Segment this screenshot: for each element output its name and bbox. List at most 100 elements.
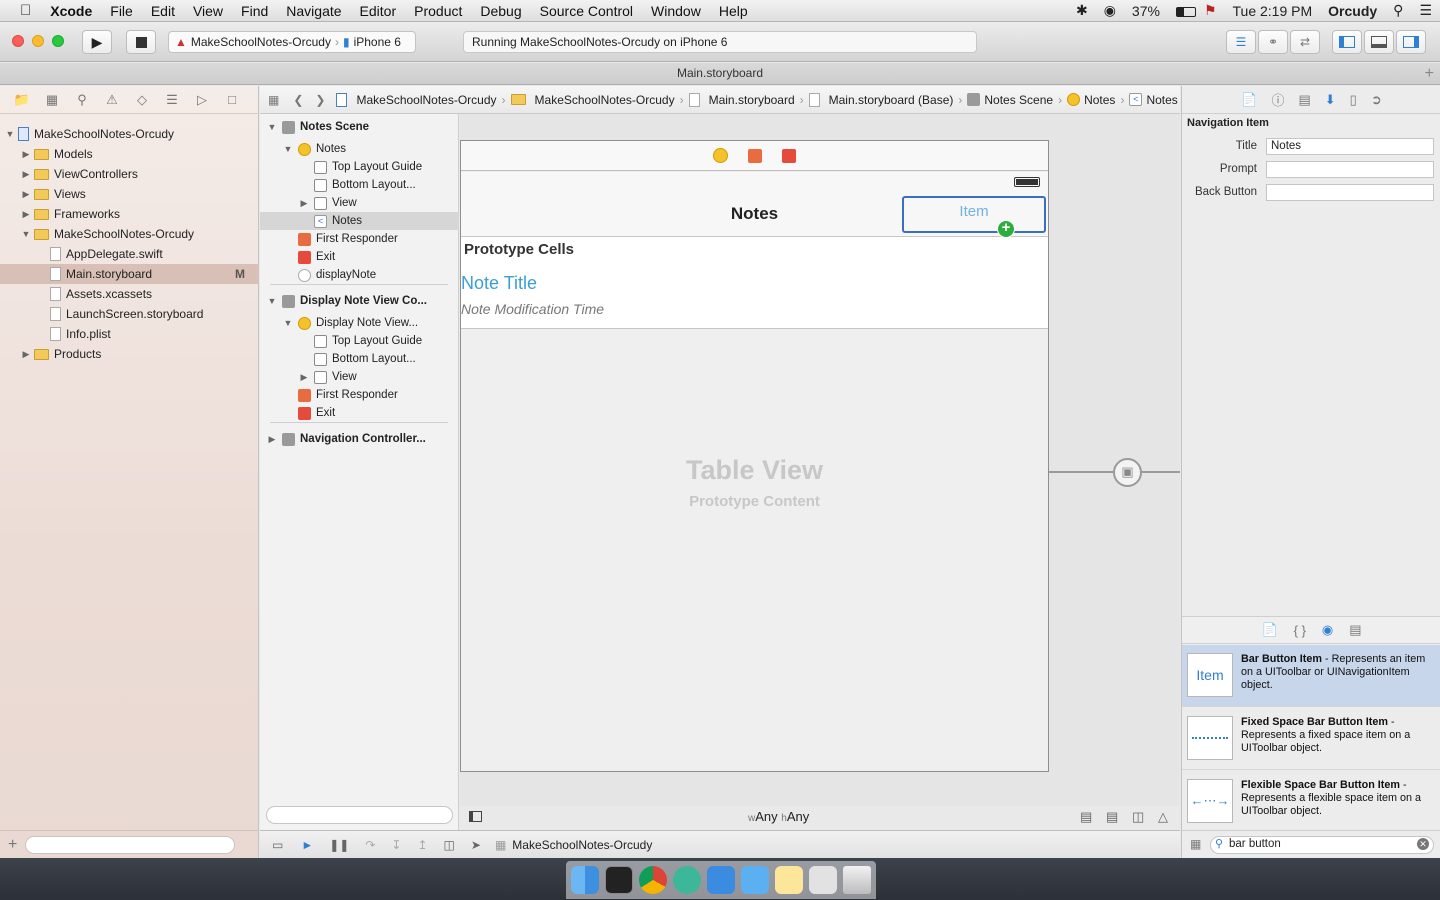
menu-editor[interactable]: Editor xyxy=(351,0,406,22)
crumb-storyboard-base[interactable]: Main.storyboard (Base) xyxy=(806,92,957,107)
navigator-row[interactable]: Main.storyboard M xyxy=(0,264,259,284)
menu-edit[interactable]: Edit xyxy=(142,0,184,22)
stack-icon[interactable]: ▤ xyxy=(1080,809,1092,825)
disclosure-closed-icon[interactable]: ▶ xyxy=(20,144,32,164)
folder-icon[interactable]: 📁 xyxy=(12,92,32,108)
outline-row[interactable]: Top Layout Guide xyxy=(260,158,459,176)
outline-row[interactable]: Bottom Layout... xyxy=(260,350,459,368)
outline-row[interactable]: First Responder xyxy=(260,386,459,404)
navigator-row[interactable]: ▼ MakeSchoolNotes-Orcudy xyxy=(0,124,259,144)
step-over-icon[interactable]: ↷ xyxy=(357,838,383,852)
disclosure-open-icon[interactable]: ▼ xyxy=(4,124,16,144)
library-search-field[interactable]: ⚲ bar button ✕ xyxy=(1210,836,1434,854)
disclosure-open-icon[interactable]: ▼ xyxy=(266,118,278,136)
back-button-field[interactable] xyxy=(1266,184,1434,201)
first-responder-icon[interactable] xyxy=(748,148,762,163)
crumb-storyboard[interactable]: Main.storyboard xyxy=(686,92,798,107)
menu-product[interactable]: Product xyxy=(405,0,471,22)
wifi-icon[interactable]: ◉ xyxy=(1096,2,1124,19)
outline-row[interactable]: ▼ Display Note View... xyxy=(260,314,459,332)
align-icon[interactable]: ▤ xyxy=(1106,809,1118,825)
crumb-project[interactable]: MakeSchoolNotes-Orcudy xyxy=(333,92,499,107)
storyboard-canvas[interactable]: Notes Item + Prototype Cells Note Title … xyxy=(460,114,1180,830)
navigator-row[interactable]: AppDelegate.swift xyxy=(0,244,259,264)
attributes-inspector-icon[interactable]: ⬇ xyxy=(1325,92,1336,108)
disclosure-open-icon[interactable]: ▼ xyxy=(20,224,32,244)
simulator-icon[interactable] xyxy=(741,866,769,894)
outline-row[interactable]: ▼ Display Note View Co... xyxy=(260,292,459,310)
prototype-cells-section[interactable]: Prototype Cells Note Title Note Modifica… xyxy=(461,237,1048,329)
toggle-utilities-button[interactable] xyxy=(1396,30,1426,54)
navigator-row[interactable]: ▶ Frameworks xyxy=(0,204,259,224)
breakpoints-toggle-icon[interactable]: ► xyxy=(293,838,321,852)
editor-tab-title[interactable]: Main.storyboard xyxy=(677,66,763,80)
chrome-icon[interactable] xyxy=(639,866,667,894)
pause-icon[interactable]: ❚❚ xyxy=(321,838,357,852)
run-button[interactable]: ▶ xyxy=(82,30,112,54)
outline-row[interactable]: First Responder xyxy=(260,230,459,248)
finder-icon[interactable] xyxy=(571,866,599,894)
atom-icon[interactable] xyxy=(673,866,701,894)
title-field[interactable]: Notes xyxy=(1266,138,1434,155)
disclosure-open-icon[interactable]: ▼ xyxy=(282,314,294,332)
report-navigator-icon[interactable]: □ xyxy=(222,92,242,107)
disclosure-closed-icon[interactable]: ▶ xyxy=(266,430,278,448)
view-debugger-icon[interactable]: ◫ xyxy=(436,838,463,852)
assistant-editor-button[interactable]: ⚭ xyxy=(1258,30,1288,54)
file-template-icon[interactable]: 📄 xyxy=(1261,622,1277,638)
outline-row[interactable]: Bottom Layout... xyxy=(260,176,459,194)
menu-debug[interactable]: Debug xyxy=(471,0,530,22)
crumb-folder[interactable]: MakeSchoolNotes-Orcudy xyxy=(508,93,678,107)
navigator-row[interactable]: ▼ MakeSchoolNotes-Orcudy xyxy=(0,224,259,244)
outline-row[interactable]: Exit xyxy=(260,404,459,422)
step-out-icon[interactable]: ↥ xyxy=(409,838,435,852)
toggle-navigator-button[interactable] xyxy=(1332,30,1362,54)
outline-row[interactable]: ▶ Navigation Controller... xyxy=(260,430,459,448)
outline-row[interactable]: displayNote xyxy=(260,266,459,284)
spotlight-icon[interactable]: ⚲ xyxy=(1385,2,1411,19)
forward-icon[interactable]: ❯ xyxy=(309,93,333,107)
pin-icon[interactable]: ◫ xyxy=(1132,809,1144,825)
back-icon[interactable]: ❮ xyxy=(287,93,309,107)
menu-file[interactable]: File xyxy=(101,0,142,22)
navigator-row[interactable]: ▶ ViewControllers xyxy=(0,164,259,184)
stop-button[interactable] xyxy=(126,30,156,54)
help-icon[interactable]: ⓘ xyxy=(1271,90,1284,109)
library-item-bar-button[interactable]: Item Bar Button Item - Represents an ite… xyxy=(1182,645,1440,707)
navigator-row[interactable]: ▶ Views xyxy=(0,184,259,204)
warning-icon[interactable]: ⚠ xyxy=(102,92,122,108)
breakpoint-icon[interactable]: ▷ xyxy=(192,92,212,108)
disclosure-closed-icon[interactable]: ▶ xyxy=(20,164,32,184)
disclosure-closed-icon[interactable]: ▶ xyxy=(20,344,32,364)
connections-inspector-icon[interactable]: ➲ xyxy=(1371,92,1382,108)
notification-center-icon[interactable]: ☰ xyxy=(1411,2,1440,19)
navigation-bar[interactable]: Notes Item + xyxy=(461,172,1048,238)
outline-row[interactable]: ▶ View xyxy=(260,368,459,386)
navigator-row[interactable]: ▶ Products xyxy=(0,344,259,364)
apple-menu-icon[interactable]:  xyxy=(0,2,41,19)
navigator-row[interactable]: Info.plist xyxy=(0,324,259,344)
close-window-button[interactable] xyxy=(12,35,24,47)
file-inspector-icon[interactable]: 📄 xyxy=(1241,92,1257,108)
version-editor-button[interactable]: ⇄ xyxy=(1290,30,1320,54)
outline-row[interactable]: ▼ Notes xyxy=(260,140,459,158)
flag-icon[interactable]: ⚑ xyxy=(1196,2,1225,19)
scheme-selector[interactable]: ▲ MakeSchoolNotes-Orcudy › ▮ iPhone 6 xyxy=(168,31,416,53)
outline-row[interactable]: Top Layout Guide xyxy=(260,332,459,350)
user-name[interactable]: Orcudy xyxy=(1320,3,1385,19)
crumb-navigation-item[interactable]: < Notes xyxy=(1126,93,1180,107)
disclosure-open-icon[interactable]: ▼ xyxy=(282,140,294,158)
toggle-debug-area-button[interactable] xyxy=(1364,30,1394,54)
test-navigator-icon[interactable]: ◇ xyxy=(132,92,152,108)
outline-filter-field[interactable] xyxy=(266,806,453,824)
navigator-row[interactable]: ▶ Models xyxy=(0,144,259,164)
crumb-scene[interactable]: Notes Scene xyxy=(964,93,1056,107)
disclosure-closed-icon[interactable]: ▶ xyxy=(298,368,310,386)
outline-row[interactable]: < Notes xyxy=(260,212,459,230)
clock[interactable]: Tue 2:19 PM xyxy=(1225,3,1321,19)
disclosure-closed-icon[interactable]: ▶ xyxy=(298,194,310,212)
menu-view[interactable]: View xyxy=(184,0,232,22)
battery-percent[interactable]: 37% xyxy=(1124,3,1168,19)
related-items-icon[interactable]: ▦ xyxy=(260,93,287,107)
terminal-icon[interactable] xyxy=(605,866,633,894)
